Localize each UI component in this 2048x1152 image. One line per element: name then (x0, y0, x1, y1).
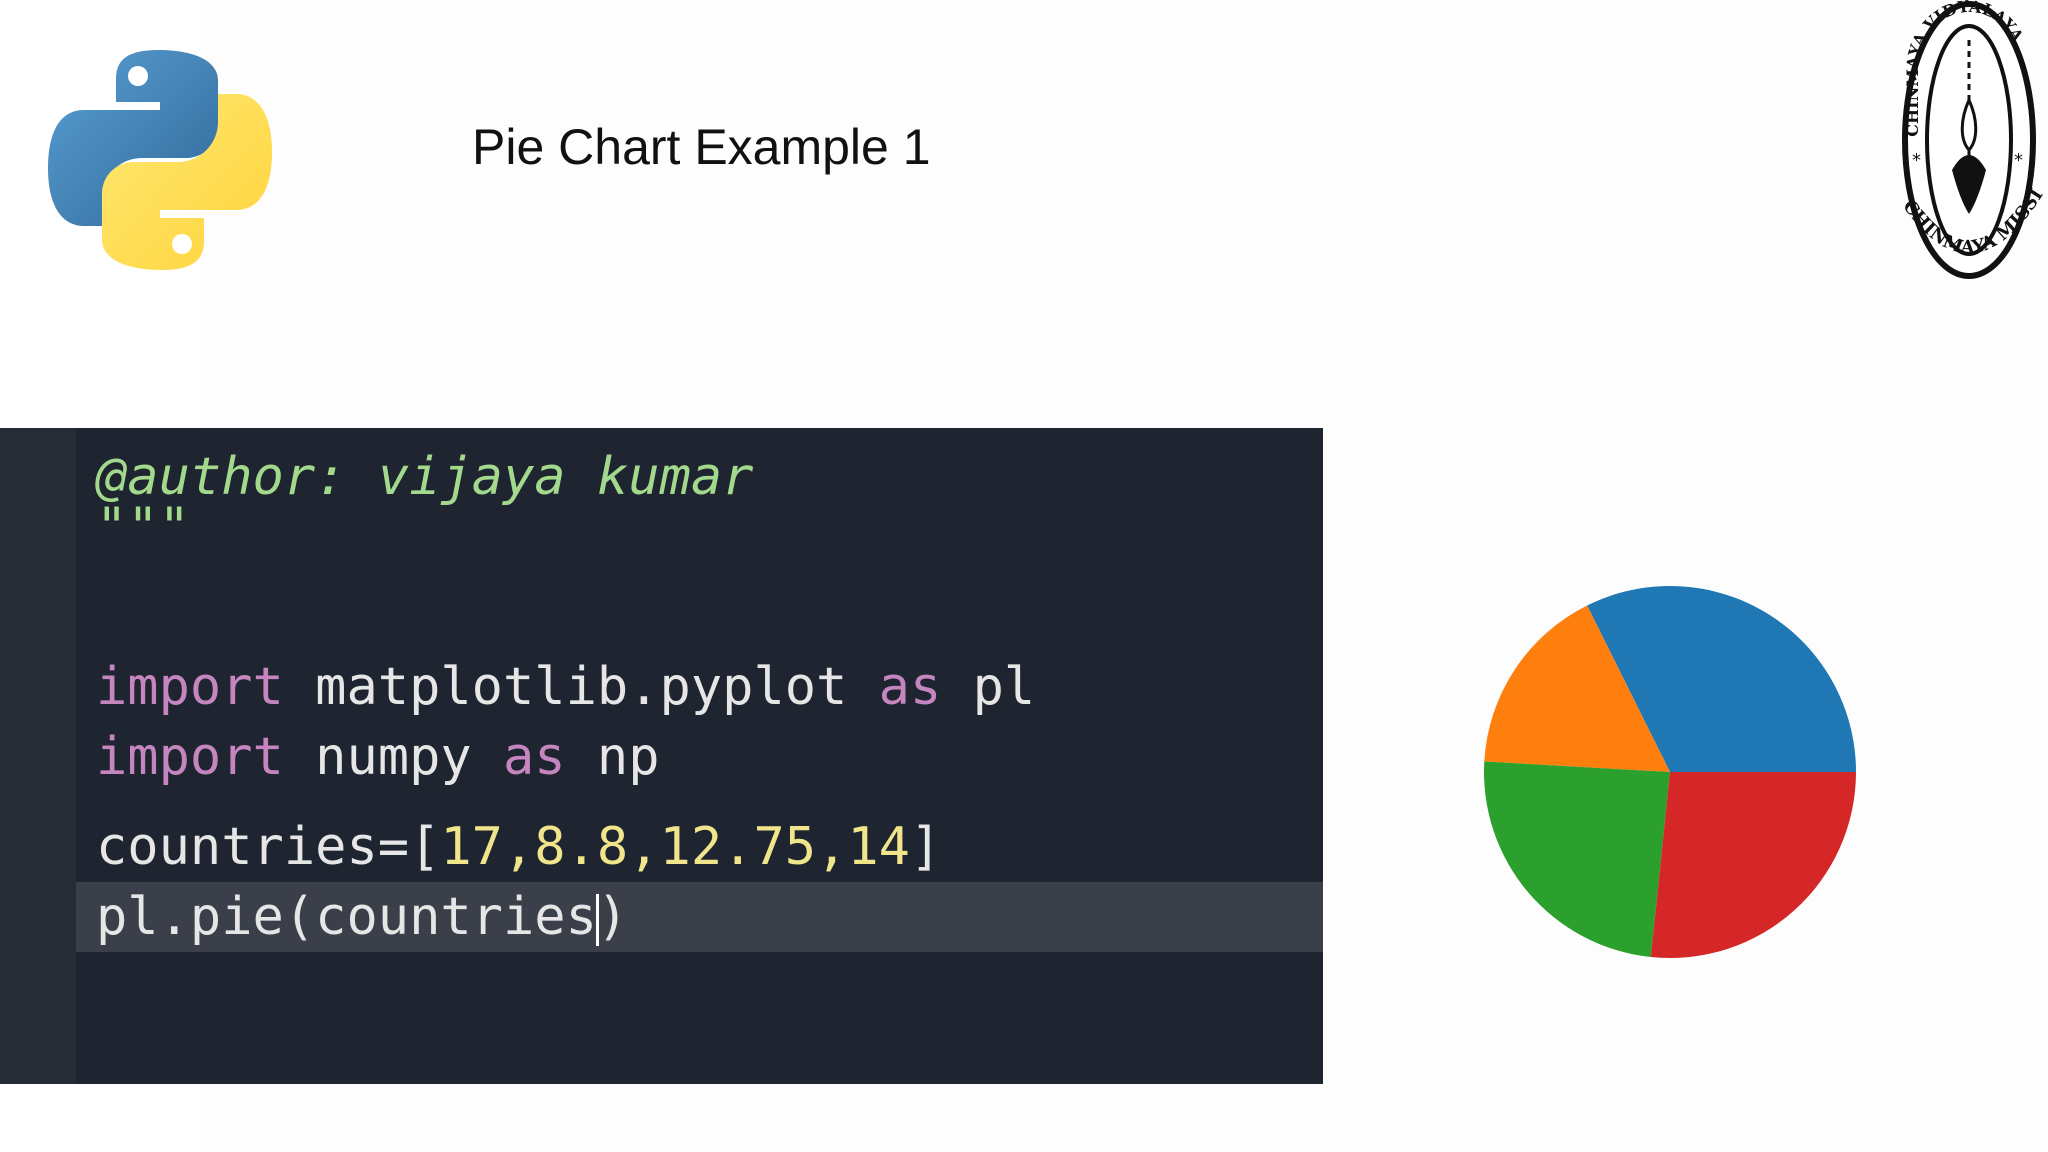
code-text: @author: vijaya kumar """ import matplot… (96, 428, 1323, 947)
code-line-countries: countries=[17,8.8,12.75,14] (96, 817, 942, 877)
svg-text:*: * (2014, 150, 2023, 171)
code-line-import-matplotlib: import matplotlib.pyplot as pl (96, 657, 1036, 717)
school-seal-icon: CHINMAYA VIDYALAYA CHINMAYA MISSION * * (1890, 0, 2048, 279)
code-line-import-numpy: import numpy as np (96, 727, 660, 787)
python-logo-icon (48, 50, 272, 270)
svg-text:*: * (1912, 150, 1921, 171)
code-editor: @author: vijaya kumar """ import matplot… (0, 428, 1323, 1084)
pie-slice-4 (1650, 772, 1856, 958)
slide-title: Pie Chart Example 1 (472, 119, 931, 175)
pie-chart (1484, 586, 1856, 958)
code-line-docstring-end: """ (96, 497, 190, 557)
code-line-pie-call: pl.pie(countries) (96, 887, 629, 947)
code-line-author: @author: vijaya kumar (96, 447, 754, 507)
pie-slice-3 (1484, 761, 1670, 958)
line-gutter (0, 428, 76, 1084)
pie-slices (1484, 586, 1856, 958)
